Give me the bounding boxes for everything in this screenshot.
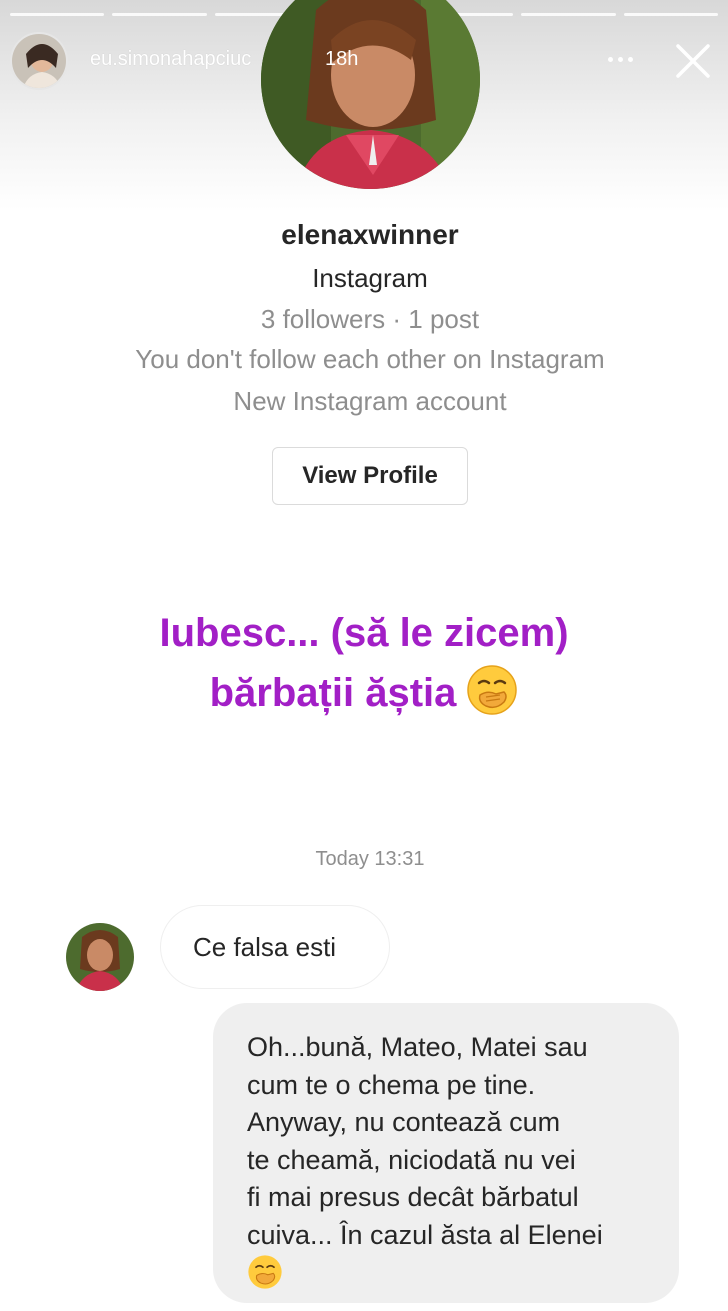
story-caption: Iubesc... (să le zicem) bărbații ăștia (0, 603, 728, 723)
incoming-message-text: Ce falsa esti (193, 931, 337, 962)
more-dot-icon (617, 56, 623, 62)
outgoing-message-line: cum te o chema pe tine. (247, 1069, 536, 1100)
caption-line-2: bărbații ăștia (209, 671, 457, 715)
progress-segment (623, 13, 718, 16)
more-dot-icon (627, 56, 633, 62)
outgoing-message-line: te cheamă, niciodată nu vei (247, 1144, 576, 1175)
caption-line-2-wrap: bărbații ăștia (0, 663, 728, 723)
account-note: New Instagram account (233, 386, 507, 416)
contact-stats: 3 followers · 1 post (260, 304, 480, 334)
view-profile-button[interactable]: View Profile (272, 447, 468, 505)
story-time-ago: 18h (325, 48, 359, 70)
more-options-button[interactable] (598, 44, 642, 74)
progress-segment (521, 13, 616, 16)
outgoing-message-line: Anyway, nu contează cum (247, 1107, 561, 1137)
outgoing-message-bubble[interactable]: Oh...bună, Mateo, Matei sau cum te o che… (213, 1003, 679, 1303)
face-with-hand-over-mouth-icon (467, 665, 518, 715)
outgoing-emoji-line (247, 1254, 651, 1295)
follow-status: You don't follow each other on Instagram (135, 344, 605, 374)
close-story-button[interactable] (670, 38, 716, 84)
outgoing-message-line: fi mai presus decât bărbatul (247, 1182, 579, 1212)
close-icon (676, 44, 710, 78)
face-with-hand-over-mouth-icon (248, 1255, 282, 1289)
caption-line-1: Iubesc... (să le zicem) (159, 611, 569, 655)
outgoing-message-line: Oh...bună, Mateo, Matei sau (247, 1032, 588, 1062)
story-author-username[interactable]: eu.simonahapciuc (90, 48, 251, 71)
story-author-avatar[interactable] (10, 32, 68, 90)
progress-segment (10, 13, 105, 16)
chat-timestamp: Today 13:31 (315, 848, 425, 870)
incoming-message-bubble[interactable]: Ce falsa esti (160, 905, 390, 989)
progress-segment (112, 13, 207, 16)
outgoing-message-line: cuiva... În cazul ăsta al Elenei (247, 1219, 603, 1250)
contact-chat-avatar[interactable] (66, 923, 134, 991)
contact-platform: Instagram (312, 263, 428, 293)
more-dot-icon (607, 56, 613, 62)
contact-handle: elenaxwinner (281, 219, 459, 250)
